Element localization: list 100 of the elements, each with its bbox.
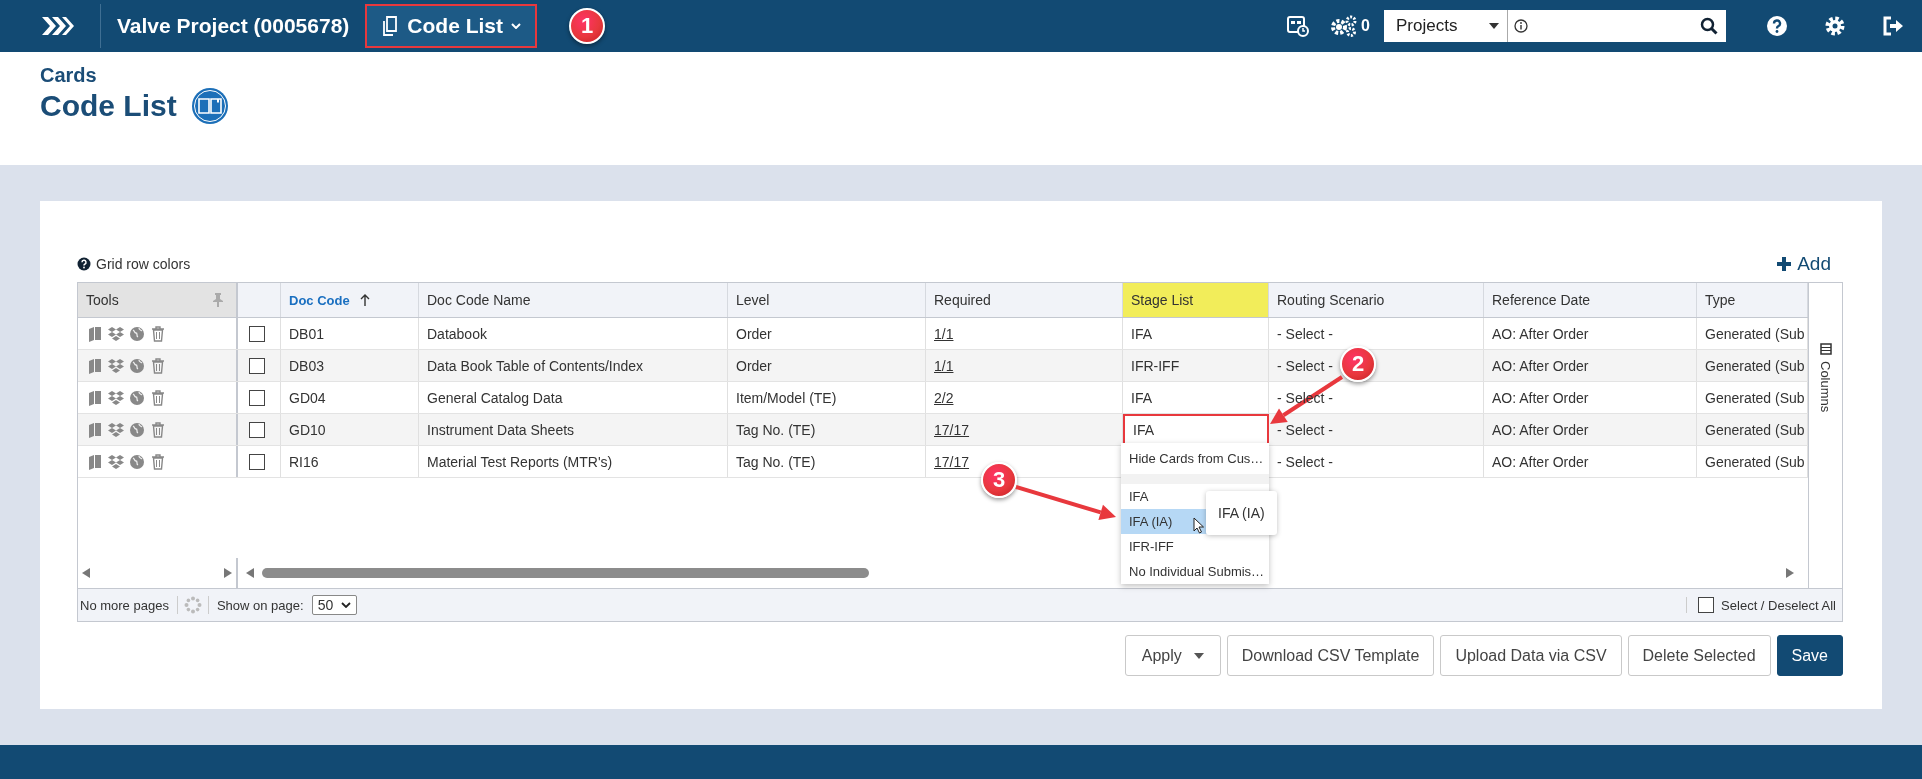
columns-icon <box>1819 343 1832 355</box>
pin-icon[interactable] <box>212 293 224 307</box>
scroll-left-icon[interactable] <box>82 568 90 578</box>
table-cell: Item/Model (TE) <box>736 389 837 406</box>
scrollbar-thumb[interactable] <box>262 568 869 578</box>
column-header[interactable]: Tools <box>78 283 238 317</box>
info-icon <box>1514 19 1528 33</box>
scroll-right-icon[interactable] <box>1786 568 1794 578</box>
table-cell: General Catalog Data <box>427 389 563 406</box>
book-icon[interactable] <box>87 389 103 406</box>
book-icon[interactable] <box>190 87 229 125</box>
breadcrumb-item[interactable]: Code List <box>365 4 537 48</box>
boxes-icon[interactable] <box>108 325 124 342</box>
table-cell: AO: After Order <box>1492 357 1589 374</box>
trash-icon[interactable] <box>150 325 166 342</box>
column-header[interactable]: Routing Scenario <box>1269 283 1484 317</box>
dropdown-option[interactable]: IFR-IFF <box>1121 534 1269 559</box>
page-size-label: Show on page: <box>216 597 304 613</box>
table-cell: Generated (Sub <box>1705 389 1805 406</box>
stage-field[interactable]: IFA <box>1123 414 1269 445</box>
add-button[interactable]: Add <box>1777 253 1831 275</box>
globe-icon[interactable] <box>129 453 145 470</box>
column-header[interactable]: Stage List <box>1123 283 1269 317</box>
plus-icon <box>1777 257 1792 271</box>
grid-row-colors-link[interactable]: Grid row colors <box>77 256 191 272</box>
trash-icon[interactable] <box>150 421 166 438</box>
action-button[interactable]: Upload Data via CSV <box>1440 635 1622 676</box>
table-cell: Instrument Data Sheets <box>427 421 575 438</box>
dropdown-option[interactable]: No Individual Submis… <box>1121 559 1269 584</box>
required-link[interactable]: 17/17 <box>934 421 970 438</box>
jobs-button[interactable]: 0 <box>1329 15 1370 37</box>
boxes-icon[interactable] <box>108 389 124 406</box>
required-link[interactable]: 2/2 <box>934 389 954 406</box>
scroll-left-icon[interactable] <box>246 568 254 578</box>
table-cell: - Select - <box>1277 453 1333 470</box>
logout-icon[interactable] <box>1882 15 1904 37</box>
row-checkbox[interactable] <box>249 357 265 374</box>
table-cell: GD10 <box>289 421 326 438</box>
row-checkbox[interactable] <box>249 453 265 470</box>
calendar-clock-icon[interactable] <box>1287 15 1310 37</box>
select-all-checkbox[interactable] <box>1698 597 1715 613</box>
row-checkbox[interactable] <box>249 325 265 342</box>
table-cell: Tag No. (TE) <box>736 453 816 470</box>
table-cell: DB03 <box>289 357 325 374</box>
caret-icon <box>511 23 521 29</box>
boxes-icon[interactable] <box>108 357 124 374</box>
table-cell: Generated (Sub <box>1705 325 1805 342</box>
column-header[interactable]: Reference Date <box>1484 283 1697 317</box>
caret-icon <box>341 602 352 608</box>
logo-icon[interactable] <box>40 15 74 37</box>
table-cell: Generated (Sub <box>1705 453 1805 470</box>
book-icon[interactable] <box>87 421 103 438</box>
table-cell: GD04 <box>289 389 326 406</box>
paging-status: No more pages <box>80 597 169 613</box>
column-header[interactable]: Doc Code <box>281 283 419 317</box>
action-button[interactable]: Apply <box>1124 635 1221 676</box>
required-link[interactable]: 1/1 <box>934 357 954 374</box>
book-icon[interactable] <box>87 357 103 374</box>
table-cell: AO: After Order <box>1492 421 1589 438</box>
trash-icon[interactable] <box>150 453 166 470</box>
globe-icon[interactable] <box>129 357 145 374</box>
globe-icon[interactable] <box>129 421 145 438</box>
search-field[interactable] <box>1508 10 1726 42</box>
book-icon[interactable] <box>87 325 103 342</box>
help-icon <box>77 257 91 271</box>
scroll-right-icon[interactable] <box>224 568 232 578</box>
table-cell: Tag No. (TE) <box>736 421 816 438</box>
dropdown-option[interactable]: Hide Cards from Cus… <box>1121 443 1269 474</box>
gears-icon <box>1329 15 1358 37</box>
boxes-icon[interactable] <box>108 421 124 438</box>
column-header[interactable]: Level <box>728 283 926 317</box>
column-header[interactable]: Doc Code Name <box>419 283 728 317</box>
loading-icon <box>176 596 209 614</box>
row-checkbox[interactable] <box>249 421 265 438</box>
scope-dropdown[interactable]: Projects <box>1384 10 1508 42</box>
page-size-dropdown[interactable]: 50 <box>311 595 358 615</box>
table-cell: - Select - <box>1277 421 1333 438</box>
table-cell: Order <box>736 357 772 374</box>
trash-icon[interactable] <box>150 357 166 374</box>
action-button[interactable]: Delete Selected <box>1627 635 1771 676</box>
row-checkbox[interactable] <box>249 389 265 406</box>
required-link[interactable]: 17/17 <box>934 453 970 470</box>
table-cell: - Select - <box>1277 325 1333 342</box>
columns-panel-tab[interactable]: Columns <box>1808 283 1842 588</box>
book-icon[interactable] <box>87 453 103 470</box>
table-cell: RI16 <box>289 453 319 470</box>
caret-icon <box>1489 23 1499 29</box>
column-header[interactable]: Type <box>1697 283 1808 317</box>
globe-icon[interactable] <box>129 325 145 342</box>
caret-icon <box>1193 652 1204 659</box>
action-button[interactable]: Save <box>1776 635 1843 676</box>
help-icon[interactable] <box>1766 15 1788 37</box>
search-icon[interactable] <box>1700 17 1718 35</box>
action-button[interactable]: Download CSV Template <box>1226 635 1435 676</box>
required-link[interactable]: 1/1 <box>934 325 954 342</box>
table-cell: Material Test Reports (MTR's) <box>427 453 613 470</box>
globe-icon[interactable] <box>129 389 145 406</box>
trash-icon[interactable] <box>150 389 166 406</box>
settings-icon[interactable] <box>1824 15 1846 37</box>
boxes-icon[interactable] <box>108 453 124 470</box>
